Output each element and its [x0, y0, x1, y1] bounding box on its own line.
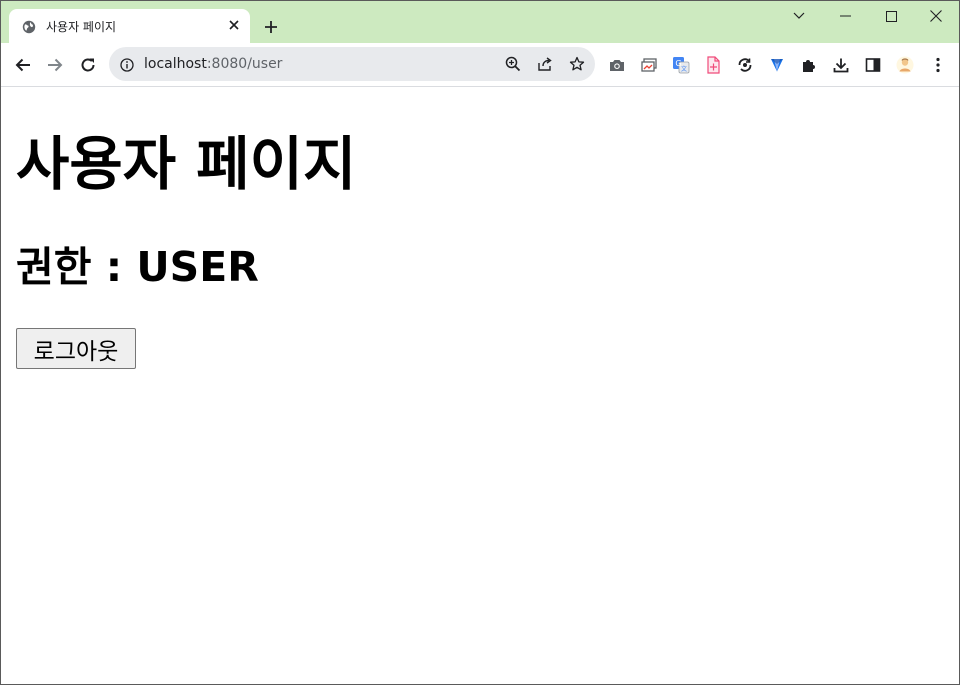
arrow-down-gem-icon[interactable] [767, 55, 787, 75]
close-window-icon[interactable] [913, 1, 959, 31]
site-info-icon[interactable] [120, 57, 134, 72]
google-translate-icon[interactable]: G 文 [671, 55, 691, 75]
extensions-puzzle-icon[interactable] [799, 55, 819, 75]
role-heading: 권한 : USER [16, 243, 259, 291]
svg-text:文: 文 [681, 65, 687, 73]
tab-search-chevron-icon[interactable] [776, 1, 822, 31]
tab-strip: 사용자 페이지 [1, 1, 959, 43]
url-text: localhost:8080/user [144, 56, 282, 72]
zoom-icon[interactable] [503, 54, 523, 74]
sync-icon[interactable] [735, 55, 755, 75]
maximize-icon[interactable] [868, 1, 914, 31]
forward-arrow-icon[interactable] [41, 51, 69, 79]
minimize-icon[interactable] [822, 1, 868, 31]
browser-window: 사용자 페이지 localhost:8080/user G 文 사용자 페이지 … [0, 0, 960, 685]
bookmark-star-icon[interactable] [567, 54, 587, 74]
download-icon[interactable] [831, 55, 851, 75]
globe-icon [22, 19, 36, 34]
address-bar[interactable]: localhost:8080/user [109, 47, 595, 81]
pdf-icon[interactable] [703, 55, 723, 75]
page-content: 사용자 페이지 권한 : USER 로그아웃 [1, 87, 959, 684]
reload-icon[interactable] [74, 51, 102, 79]
back-arrow-icon[interactable] [9, 51, 37, 79]
page-title: 사용자 페이지 [16, 130, 357, 198]
share-icon[interactable] [535, 54, 555, 74]
profile-avatar-icon[interactable] [895, 55, 915, 75]
new-tab-icon[interactable] [260, 16, 282, 38]
side-panel-icon[interactable] [863, 55, 883, 75]
close-tab-icon[interactable] [226, 17, 242, 33]
tab-title: 사용자 페이지 [46, 20, 117, 34]
camera-icon[interactable] [607, 55, 627, 75]
logout-button[interactable]: 로그아웃 [16, 328, 136, 369]
more-menu-icon[interactable] [928, 55, 948, 75]
window-capture-icon[interactable] [639, 55, 659, 75]
browser-toolbar: localhost:8080/user G 文 [1, 43, 959, 87]
url-path: :8080/user [206, 56, 283, 72]
url-host: localhost [144, 56, 207, 72]
tab-active[interactable]: 사용자 페이지 [9, 9, 250, 43]
